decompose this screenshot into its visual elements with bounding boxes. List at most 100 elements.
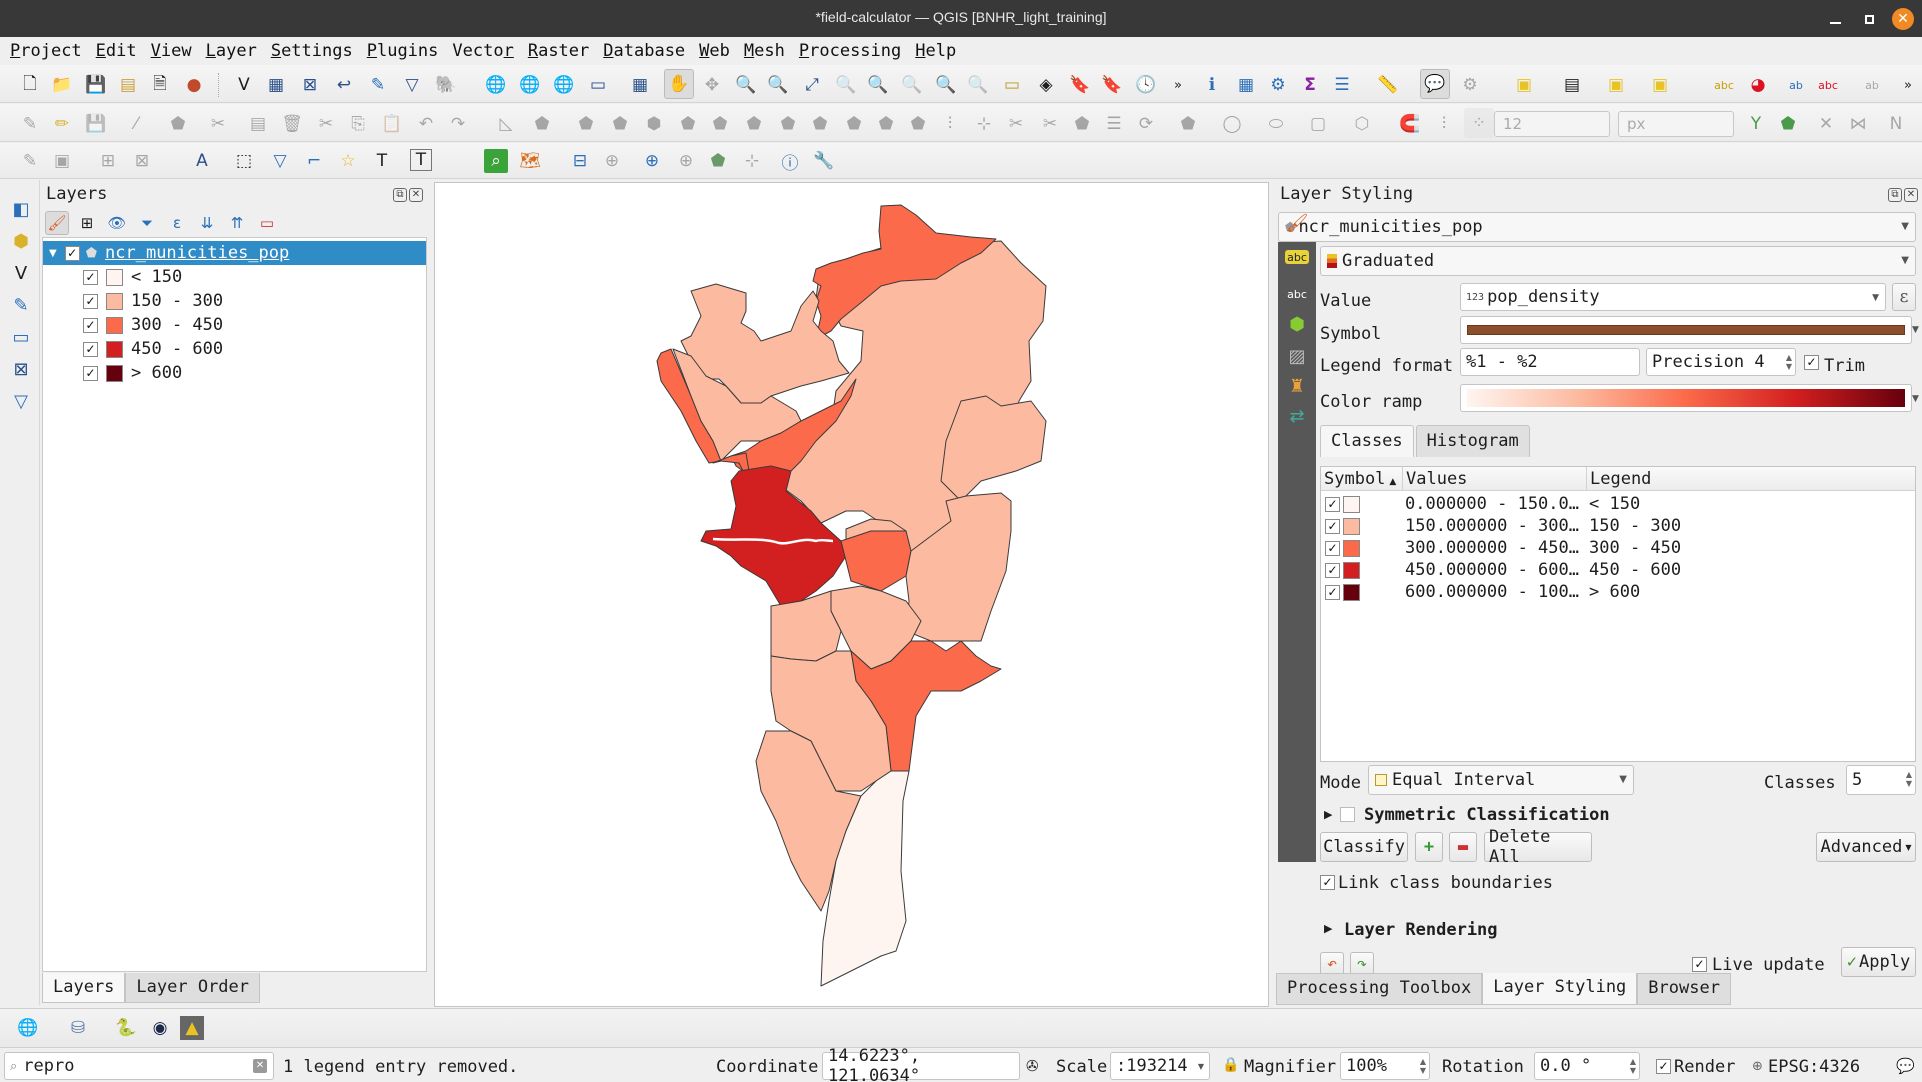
advanced-digitizing-icon[interactable]: ◺ [494, 112, 518, 136]
split-parts-icon[interactable]: ⬟ [776, 112, 800, 136]
history-tab-icon[interactable]: ⇄ [1285, 404, 1309, 428]
select-by-location-icon[interactable]: ▣ [1648, 73, 1672, 97]
shape-digitize-icon[interactable]: ⬟ [1176, 112, 1200, 136]
add-raster-layer-icon[interactable]: ▭ [8, 324, 34, 350]
modify-attributes-icon[interactable]: ▤ [246, 112, 270, 136]
menu-layer[interactable]: Layer [206, 41, 257, 61]
coordinate-input[interactable]: 14.6223°, 121.0634° [822, 1046, 1020, 1082]
simplify-icon[interactable]: ⬟ [906, 112, 930, 136]
collapse-arrow-icon[interactable]: ▼ [49, 248, 57, 259]
open-project-icon[interactable]: 📁 [50, 73, 74, 97]
annotation-marker-icon[interactable]: ☆ [336, 149, 360, 173]
class-values[interactable]: 300.000000 - 450… [1405, 538, 1579, 558]
class-symbol-swatch[interactable] [1343, 584, 1360, 601]
snapping-type-icon[interactable]: ⫶ [1432, 112, 1456, 136]
legend-item[interactable]: ✓ 150 - 300 [43, 289, 426, 313]
fill-ring-icon[interactable]: ⬟ [574, 112, 598, 136]
annotation-line-icon[interactable]: ⌐ [302, 149, 326, 173]
delete-all-button[interactable]: Delete All [1484, 827, 1592, 867]
plugin-disabled-icon[interactable]: ⊹ [740, 149, 764, 173]
class-legend[interactable]: 300 - 450 [1589, 538, 1681, 558]
close-button[interactable]: ✕ [1892, 8, 1914, 30]
collapse-all-icon[interactable]: ⇈ [225, 211, 249, 235]
remove-class-button[interactable]: ▬ [1449, 832, 1477, 862]
show-bookmarks-icon[interactable]: 🔖 [1100, 73, 1124, 97]
masks-tab-icon[interactable]: abc [1285, 282, 1309, 306]
value-field-select[interactable]: 123 pop_density ▼ [1460, 283, 1886, 311]
tracing-icon[interactable]: ⋈ [1846, 112, 1870, 136]
plugin-tool-icon[interactable]: 🔧 [812, 149, 836, 173]
class-checkbox[interactable]: ✓ [1325, 585, 1340, 600]
add-ring-icon[interactable]: ⬟ [530, 112, 554, 136]
legend-item-checkbox[interactable]: ✓ [83, 317, 98, 333]
renderer-select[interactable]: Graduated ▼ [1320, 246, 1916, 276]
locator-search-input[interactable]: ⌕ repro ✕ [4, 1052, 274, 1080]
pin-labels-icon[interactable]: ab [1784, 73, 1808, 97]
class-row[interactable]: ✓ 150.000000 - 300… 150 - 300 [1321, 516, 1915, 538]
save-edits-icon[interactable]: 💾 [84, 112, 108, 136]
new-print-layout-icon[interactable]: ▤ [116, 73, 140, 97]
snapping-mode-icon[interactable]: ⁘ [1464, 108, 1494, 138]
add-virtual-layer-icon[interactable]: ▽ [8, 388, 34, 414]
add-gpx-icon[interactable]: ✎ [8, 292, 34, 318]
render-checkbox[interactable]: ✓ [1656, 1059, 1671, 1074]
color-ramp-button[interactable] [1460, 384, 1912, 412]
toolbar-overflow-icon[interactable]: » [1166, 73, 1190, 97]
new-raster-icon[interactable]: ▦ [264, 73, 288, 97]
polygon-plugin-icon[interactable]: ⬟ [706, 149, 730, 173]
class-values[interactable]: 150.000000 - 300… [1405, 516, 1579, 536]
statistical-summary-icon[interactable]: Σ [1298, 73, 1322, 97]
add-line-icon[interactable]: ⁄ [124, 112, 148, 136]
diagram-icon[interactable]: ◕ [1746, 73, 1770, 97]
digitize-icon[interactable]: ✎ [366, 73, 390, 97]
add-class-button[interactable]: + [1415, 832, 1443, 862]
select-geometry-icon[interactable]: ▣ [50, 149, 74, 173]
offline-edit-icon[interactable]: ⊕ [674, 149, 698, 173]
legend-item[interactable]: ✓ 450 - 600 [43, 337, 426, 361]
float-panel-icon[interactable]: ⧉ [393, 188, 407, 202]
add-wms-layer-icon[interactable]: 🌐 [484, 73, 508, 97]
diagrams-tab-icon[interactable]: ♜ [1285, 374, 1309, 398]
classify-button[interactable]: Classify [1320, 832, 1408, 862]
layer-select[interactable]: ⬟ ncr_municities_pop ▼ [1278, 212, 1916, 242]
intersection-icon[interactable]: Ν [1884, 112, 1908, 136]
select-features-icon[interactable]: ▣ [1512, 73, 1536, 97]
class-legend[interactable]: < 150 [1589, 494, 1640, 514]
class-symbol-swatch[interactable] [1343, 518, 1360, 535]
raster-calc-icon[interactable]: ⊞ [96, 149, 120, 173]
cut-features-icon[interactable]: ✂ [314, 112, 338, 136]
toggle-editing-icon[interactable]: ✎ [18, 112, 42, 136]
menu-mesh[interactable]: Mesh [744, 41, 785, 61]
map-tips-icon[interactable]: 💬 [1420, 69, 1450, 99]
expand-arrow-icon[interactable]: ▶ [1324, 922, 1332, 935]
column-header-legend[interactable]: Legend [1587, 467, 1915, 491]
zoom-native-icon[interactable]: 🔍 [900, 73, 924, 97]
new-vector-layer-icon[interactable]: V [232, 73, 256, 97]
ellipse-digitize-icon[interactable]: ⬭ [1264, 112, 1288, 136]
layout-manager-icon[interactable]: 🗎 [148, 73, 172, 97]
label-tool-icon[interactable]: abc [1712, 73, 1736, 97]
new-mesh-icon[interactable]: ⊠ [298, 73, 322, 97]
avoid-overlap-icon[interactable]: ⬟ [1776, 112, 1800, 136]
quickmapservices-icon[interactable]: 🗺 [518, 149, 542, 173]
remove-layer-icon[interactable]: ▭ [255, 211, 279, 235]
merge-features-icon[interactable]: ⬟ [808, 112, 832, 136]
snapping-units-select[interactable]: px [1618, 111, 1734, 137]
split-features-icon[interactable]: ⬟ [742, 112, 766, 136]
class-checkbox[interactable]: ✓ [1325, 563, 1340, 578]
topological-editing-icon[interactable]: Y [1744, 112, 1768, 136]
tab-browser[interactable]: Browser [1637, 973, 1731, 1005]
reshape-features-icon[interactable]: ⬟ [676, 112, 700, 136]
undo-icon[interactable]: ↶ [414, 112, 438, 136]
data-source-manager-icon[interactable]: ◧ [8, 196, 34, 222]
grass-plugin-icon[interactable]: ▲ [180, 1016, 204, 1040]
menu-help[interactable]: Help [915, 41, 956, 61]
maximize-button[interactable] [1858, 8, 1880, 30]
tab-layer-order[interactable]: Layer Order [125, 973, 261, 1003]
lock-scale-icon[interactable]: 🔒 [1222, 1057, 1239, 1073]
snapping-magnet-icon[interactable]: 🧲 [1398, 112, 1422, 136]
open-table-icon[interactable]: ☰ [1330, 73, 1354, 97]
rotation-spinbox[interactable]: 0.0 ° ▲ ▼ [1534, 1052, 1640, 1080]
float-panel-icon[interactable]: ⧉ [1888, 188, 1902, 202]
delete-ring-icon[interactable]: ⬟ [608, 112, 632, 136]
